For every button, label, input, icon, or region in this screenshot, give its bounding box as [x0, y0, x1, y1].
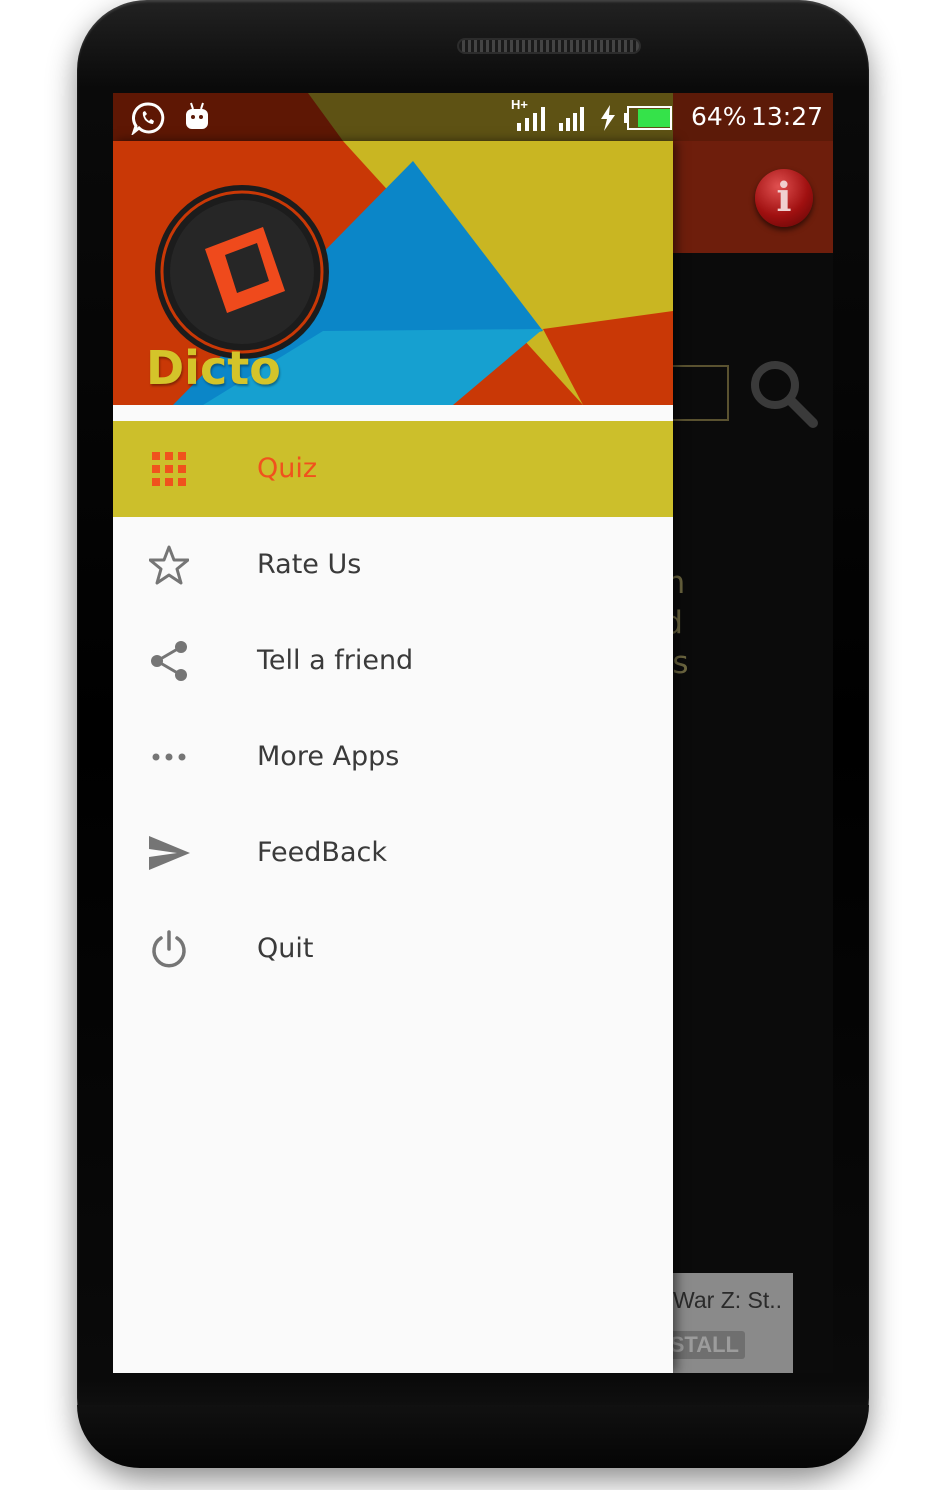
send-icon: [145, 831, 193, 875]
app-logo: [155, 185, 329, 359]
star-icon: [145, 543, 193, 587]
signal-icon: [517, 107, 545, 131]
menu-item-label: Quiz: [257, 453, 318, 484]
phone-bottom-bezel: [77, 1405, 869, 1468]
menu-item-label: FeedBack: [257, 837, 387, 868]
ad-title: War Z: St..: [673, 1287, 783, 1313]
menu-item-quiz[interactable]: Quiz: [113, 421, 673, 517]
status-bar: H+ 64% 13:27: [113, 93, 833, 141]
drawer-menu: Quiz Rate Us Tell a friend More Apps Fee…: [113, 421, 673, 997]
menu-item-more-apps[interactable]: More Apps: [113, 709, 673, 805]
more-dots-icon: [145, 735, 193, 779]
drawer-header: Dicto: [113, 141, 673, 405]
navigation-drawer: Dicto Quiz Rate Us Tell a friend More Ap…: [113, 141, 673, 1373]
android-icon: [186, 102, 208, 129]
menu-item-rate-us[interactable]: Rate Us: [113, 517, 673, 613]
menu-item-quit[interactable]: Quit: [113, 901, 673, 997]
menu-item-label: More Apps: [257, 741, 400, 772]
battery-percent: 64%: [691, 102, 747, 131]
grid-icon: [145, 447, 193, 491]
battery-icon: [624, 106, 672, 130]
whatsapp-icon: [131, 102, 165, 135]
search-icon[interactable]: [745, 355, 821, 431]
app-name: Dicto: [146, 341, 281, 395]
menu-item-feedback[interactable]: FeedBack: [113, 805, 673, 901]
menu-item-label: Quit: [257, 933, 314, 964]
info-button[interactable]: i: [755, 169, 813, 227]
info-icon: i: [776, 174, 792, 221]
charging-icon: [601, 105, 615, 131]
signal-icon: [559, 107, 584, 131]
menu-item-label: Tell a friend: [257, 645, 414, 676]
power-icon: [145, 927, 193, 971]
menu-item-label: Rate Us: [257, 549, 362, 580]
clock: 13:27: [751, 102, 824, 131]
earpiece-speaker: [457, 38, 641, 54]
share-icon: [145, 639, 193, 683]
device-screen: i from ered ord's War Z: St.. STALL: [113, 93, 833, 1373]
menu-item-tell-a-friend[interactable]: Tell a friend: [113, 613, 673, 709]
